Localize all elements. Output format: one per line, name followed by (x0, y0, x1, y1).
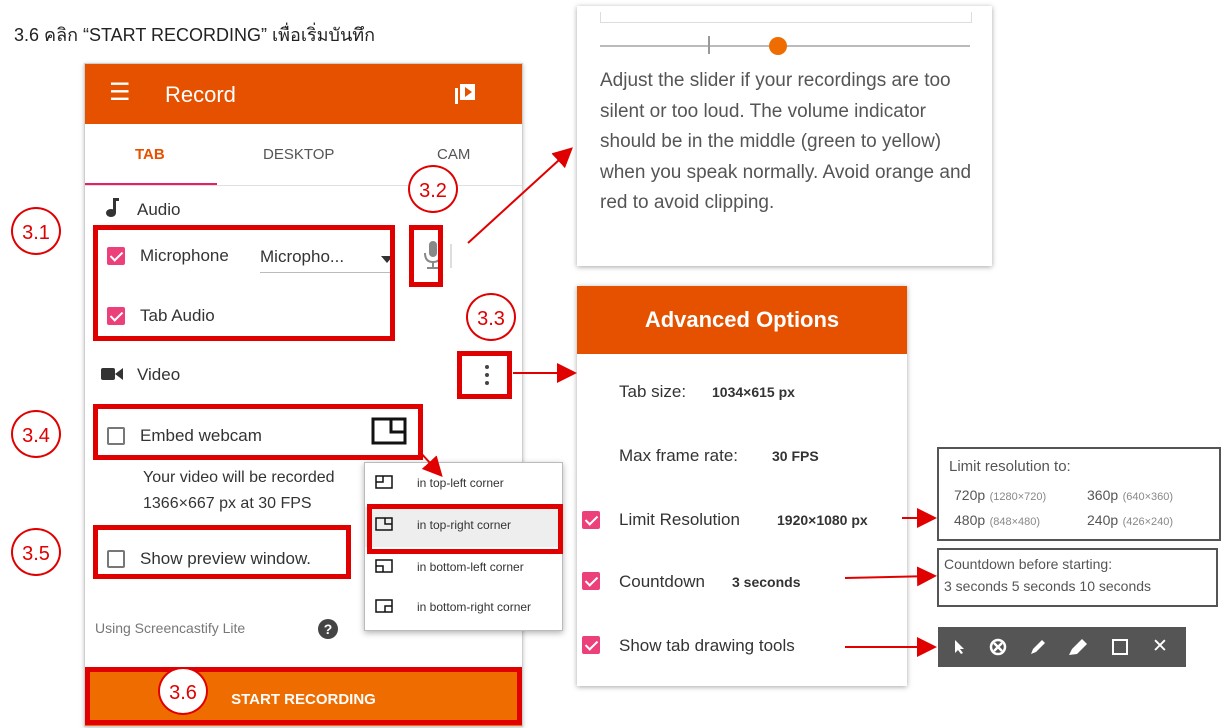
highlight-audio-options (93, 225, 395, 341)
step-circle-3-4: 3.4 (11, 410, 61, 458)
highlight-more-options (457, 351, 512, 399)
step-circle-3-3: 3.3 (466, 293, 516, 341)
highlight-mic-icon (409, 225, 443, 287)
highlight-top-right-option (367, 504, 563, 554)
highlight-embed-webcam (93, 404, 423, 460)
highlight-show-preview (93, 525, 351, 579)
step-circle-3-2: 3.2 (408, 165, 458, 213)
annotation-arrows (419, 147, 937, 657)
step-circle-3-6: 3.6 (158, 667, 208, 715)
step-circle-3-1: 3.1 (11, 207, 61, 255)
highlight-start-recording (85, 667, 522, 725)
step-circle-3-5: 3.5 (11, 528, 61, 576)
